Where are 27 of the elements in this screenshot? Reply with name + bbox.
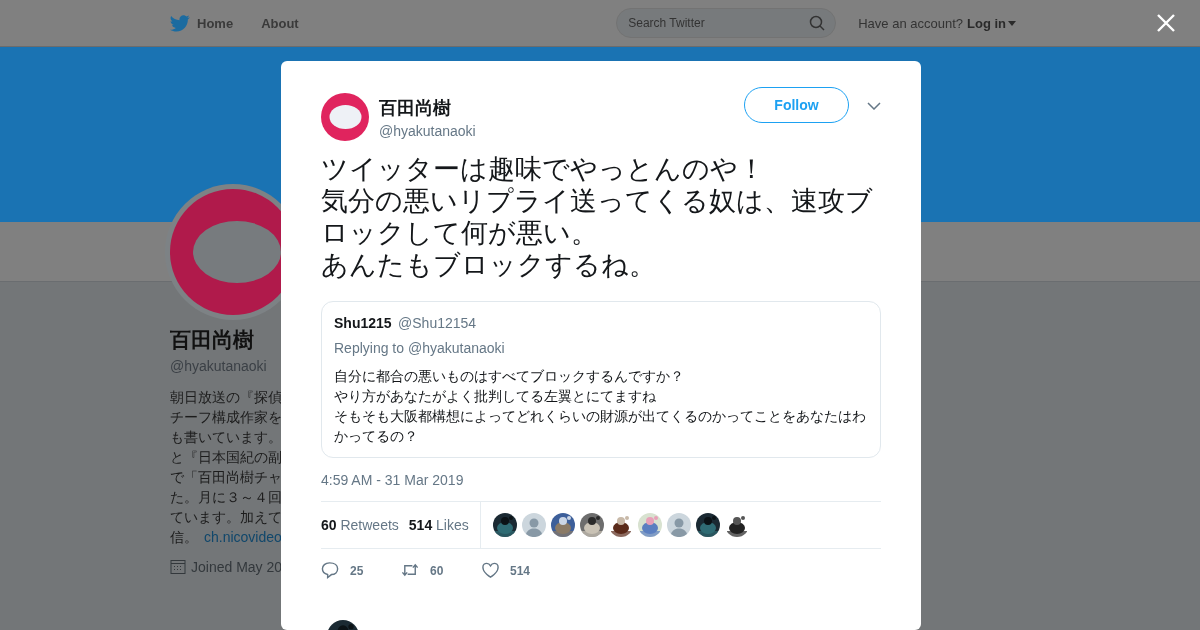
nav-link[interactable]: Home	[197, 15, 234, 31]
like-button[interactable]: 514	[481, 561, 561, 580]
retweet-button[interactable]: 60	[401, 561, 481, 580]
login-link[interactable]: Log in	[967, 15, 1016, 31]
tweet-text: ツイッターは趣味でやっとんのや！	[321, 153, 766, 185]
quoted-tweet[interactable]: Shu1215 @Shu12154 Replying to @hyakutanaoki 自分に都合の悪いものはすべてブロックするんですか？ やり方があなたがよく批判してる左翼とにてますね そもそも大阪都構想によってどれくらいの財源が出てくるのかってことをあなたはわかってるの？	[321, 301, 881, 458]
follow-button[interactable]: Follow	[744, 87, 849, 123]
tweet-text: 気分の悪いリプライ送ってくる奴は、速攻ブロックして何が悪い。	[321, 185, 874, 249]
joined-date: Joined May 20	[191, 559, 283, 575]
quoted-tweet-text: 自分に都合の悪いものはすべてブロックするんですか？	[334, 367, 685, 386]
profile-handle: @hyakutanaoki	[170, 358, 268, 374]
stat-count[interactable]: 514 Likes	[408, 517, 469, 533]
quoted-author-handle: @Shu12154	[398, 315, 477, 331]
quoted-author-name: Shu1215	[334, 315, 392, 331]
tweet-timestamp[interactable]: 4:59 AM - 31 Mar 2019	[321, 472, 881, 488]
quoted-tweet-text: やり方があなたがよく批判してる左翼とにてますね	[334, 387, 657, 406]
search-field[interactable]: Search Twitter	[616, 8, 837, 38]
author-handle: @hyakutanaoki	[379, 122, 477, 139]
author-name: 百田尚樹	[379, 96, 452, 120]
stat-count[interactable]: 60 Retweets	[321, 517, 399, 533]
account-prompt: Have an account?	[858, 15, 963, 31]
tweet-text: あんたもブロックするね。	[321, 249, 657, 281]
nav-link[interactable]: About	[261, 15, 299, 31]
quoted-tweet-text: そもそも大阪都構想によってどれくらいの財源が出てくるのかってことをあなたはわかってるの？	[334, 407, 867, 446]
reply-button[interactable]: 25	[321, 561, 401, 580]
replying-to: Replying to @hyakutanaoki	[334, 340, 506, 356]
profile-name: 百田尚樹	[170, 327, 254, 353]
